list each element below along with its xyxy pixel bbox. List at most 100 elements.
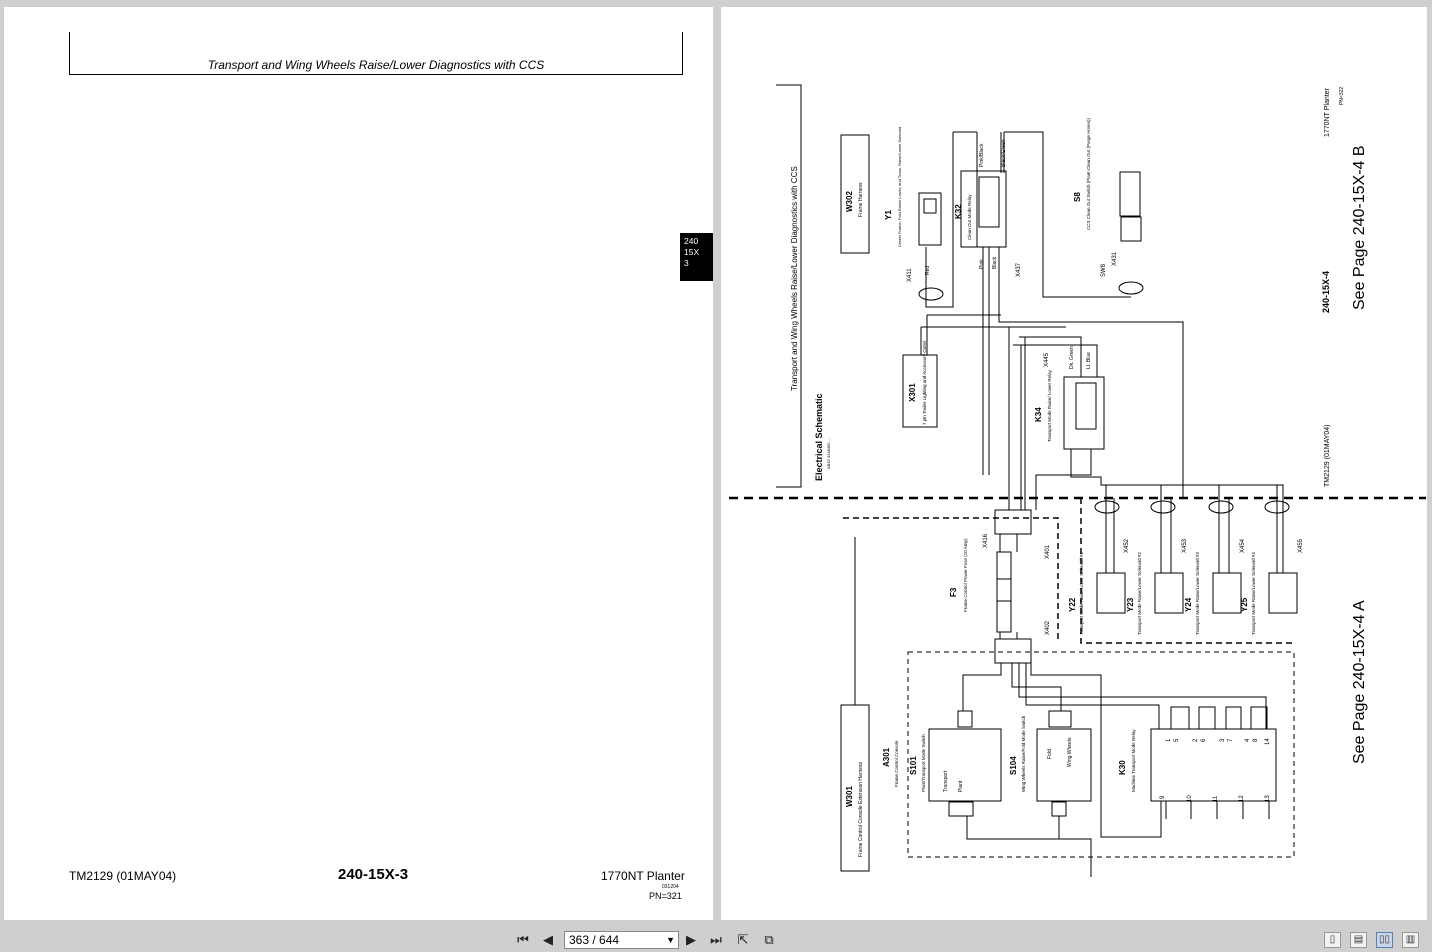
k32-id: K32: [954, 204, 963, 219]
y22-id: Y22: [1068, 597, 1077, 612]
x402-label: X402: [1045, 620, 1051, 635]
w301-id: W301: [845, 786, 854, 807]
k30-pin-6: 6: [1201, 738, 1207, 742]
viewer-toolbar: ⏮ ◀ ▶ ⏭ ⇱ ⧉: [0, 928, 1432, 952]
footer-page-number: 240-15X-3: [338, 866, 409, 883]
y25-id: Y25: [1240, 597, 1249, 612]
first-page-icon[interactable]: ⏮: [513, 930, 533, 950]
y22-name: Transport Mode Raise/Lower Solenoid #1: [1079, 552, 1084, 635]
s101-pos2: Plant: [958, 780, 964, 792]
x416-label: X416: [983, 533, 989, 548]
f3-id: F3: [949, 587, 958, 597]
wire-red: Red: [925, 266, 931, 275]
k30-pin-1: 1: [1166, 738, 1172, 742]
two-page-view-icon[interactable]: ▯▯: [1376, 932, 1393, 948]
fit-page-icon[interactable]: ⧉: [759, 930, 779, 950]
k30-pin-8: 8: [1253, 738, 1259, 742]
doc-ref: TM2129 (01MAY04): [1324, 424, 1331, 487]
k30-pin-14: 14: [1265, 738, 1271, 745]
footer-date-code: 031204: [662, 884, 679, 890]
s101-name: Plant/Transport Mode Switch: [921, 734, 926, 792]
s101-id: S101: [909, 756, 918, 775]
f3-name: Frame Control Power Fuse (10 Amp): [963, 538, 968, 612]
x453-label: X453: [1182, 538, 1188, 553]
y23-name: Transport Mode Raise/Lower Solenoid #2: [1137, 552, 1142, 635]
x431-label: X431: [1112, 251, 1118, 266]
k34-name: Transport Mode Raise/ Lower Relay: [1047, 369, 1052, 442]
header-box: Transport and Wing Wheels Raise/Lower Di…: [69, 32, 683, 75]
left-page: Transport and Wing Wheels Raise/Lower Di…: [4, 7, 713, 920]
sw8-label: SW8: [1101, 263, 1107, 277]
footer-pn: PN=321: [649, 891, 682, 901]
last-page-icon[interactable]: ⏭: [706, 930, 726, 950]
k34-id: K34: [1034, 407, 1043, 422]
k30-pin-9: 9: [1160, 795, 1166, 799]
pn-ref: PN=322: [1339, 87, 1345, 105]
k30-pin-4: 4: [1245, 738, 1251, 742]
page-header-title: Transport and Wing Wheels Raise/Lower Di…: [207, 58, 545, 72]
s104-name: Wing Wheels Raise/Fold Mode Switch: [1021, 715, 1026, 792]
wire-black-green: Black/Green: [1001, 139, 1007, 167]
electrical-schematic: Transport and Wing Wheels Raise/Lower Di…: [729, 84, 1426, 877]
tab-line-3: 3: [684, 258, 689, 268]
chevron-down-icon: ▼: [666, 935, 675, 945]
single-page-view-icon[interactable]: ▯: [1324, 932, 1341, 948]
page-indicator: 363 / 644: [569, 933, 620, 947]
y24-id: Y24: [1184, 597, 1193, 612]
x301-id: X301: [908, 383, 917, 402]
x437-label: X437: [1016, 262, 1022, 277]
continuous-view-icon[interactable]: ▤: [1350, 932, 1367, 948]
wire-pink-black: Pink/Black: [979, 143, 985, 167]
section-tab: 240 15X 3: [680, 233, 713, 281]
k32-name: Clean Out Mode Relay: [967, 194, 972, 240]
w302-name: Frame Harness: [858, 182, 864, 217]
k30-pin-13: 13: [1265, 795, 1271, 802]
s101-pos1: Transport: [943, 770, 949, 792]
x452-label: X452: [1124, 538, 1130, 553]
schematic-subtitle: AB43 4148450 ...: [826, 438, 831, 469]
s104-pos2: Wing Wheels: [1067, 737, 1073, 767]
model-ref: 1770NT Planter: [1324, 87, 1331, 137]
s104-id: S104: [1009, 756, 1018, 775]
see-page-a: See Page 240-15X-4 A: [1351, 600, 1368, 764]
prev-page-icon[interactable]: ◀: [538, 930, 558, 950]
k30-pin-7: 7: [1228, 738, 1234, 742]
w302-id: W302: [845, 191, 854, 212]
wire-pink: Pink: [979, 259, 985, 269]
fit-width-icon[interactable]: ⇱: [733, 930, 753, 950]
wire-dk-green: Dk. Green: [1069, 346, 1075, 369]
see-page-b: See Page 240-15X-4 B: [1351, 145, 1368, 310]
x445-label: X445: [1044, 352, 1050, 367]
x454-label: X454: [1240, 538, 1246, 553]
page-selector[interactable]: 363 / 644 ▼: [564, 931, 679, 949]
right-page: Transport and Wing Wheels Raise/Lower Di…: [721, 7, 1427, 920]
a301-name: Frame Control Console: [894, 740, 899, 787]
two-page-continuous-view-icon[interactable]: ▥: [1402, 932, 1419, 948]
y23-id: Y23: [1126, 597, 1135, 612]
s104-pos1: Fold: [1047, 749, 1053, 759]
x455-label: X455: [1298, 538, 1304, 553]
page-ref: 240-15X-4: [1321, 271, 1331, 313]
k30-pin-5: 5: [1174, 738, 1180, 742]
footer-model: 1770NT Planter: [601, 869, 685, 883]
k30-pin-3: 3: [1220, 738, 1226, 742]
y24-name: Transport Mode Raise/Lower Solenoid #3: [1195, 552, 1200, 635]
s8-id: S8: [1073, 192, 1082, 202]
k30-id: K30: [1118, 760, 1127, 775]
next-page-icon[interactable]: ▶: [681, 930, 701, 950]
y1-name: Center Frame, Fold Raise/ Lower, and Tra…: [897, 127, 902, 247]
side-title: Transport and Wing Wheels Raise/Lower Di…: [790, 166, 799, 391]
s8-name: CCS Clean Out Switch (Plant-Clean Out (P…: [1086, 117, 1091, 230]
x301-name: 7 pin Trailer Lighting and Accessory Out…: [922, 340, 927, 425]
k30-pin-11: 11: [1213, 795, 1219, 802]
tab-line-1: 240: [684, 236, 699, 246]
a301-id: A301: [882, 747, 891, 767]
y25-name: Transport Mode Raise/Lower Solenoid #4: [1251, 552, 1256, 635]
wire-lt-blue: Lt. Blue: [1086, 352, 1092, 369]
x401-label: X401: [1045, 544, 1051, 559]
wire-black: Black: [992, 256, 998, 269]
footer-doc-id: TM2129 (01MAY04): [69, 869, 177, 883]
tab-line-2: 15X: [684, 247, 700, 257]
k30-pin-2: 2: [1193, 738, 1199, 742]
k30-pin-10: 10: [1187, 795, 1193, 802]
